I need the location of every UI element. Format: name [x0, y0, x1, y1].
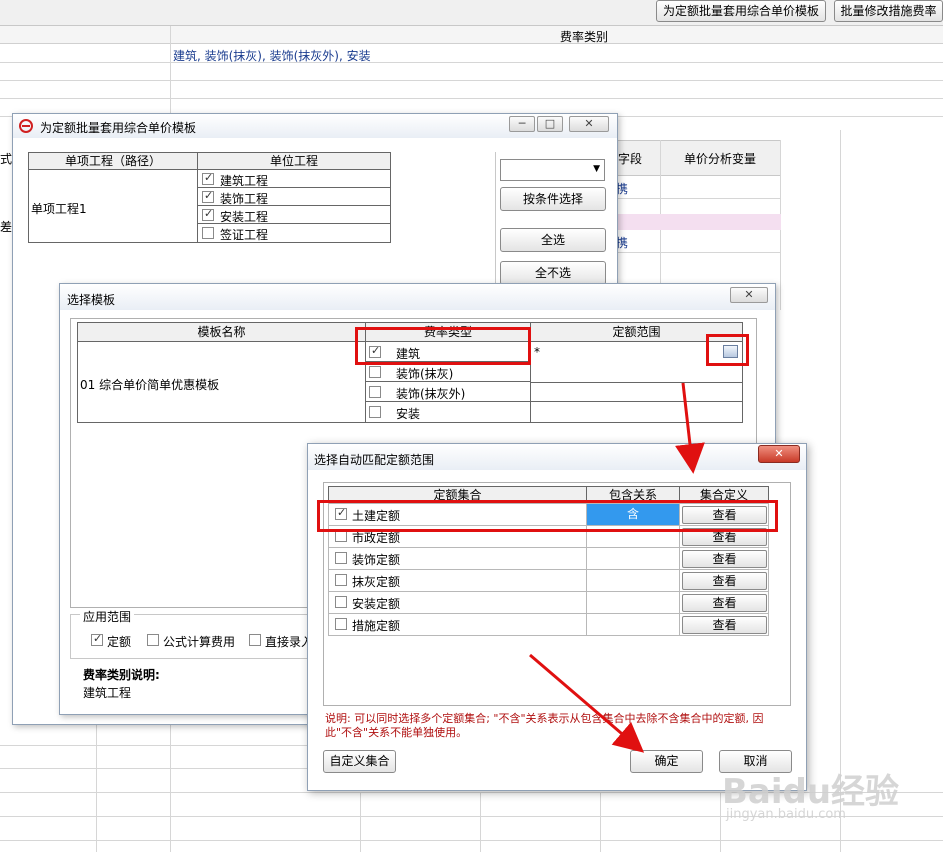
annotation-arrows [529, 382, 705, 753]
watermark-brand: Baidu经验 [722, 772, 900, 812]
arrow-to-ok [529, 653, 645, 753]
watermark-url: jingyan.baidu.com [726, 807, 846, 822]
arrow-to-dialog [675, 382, 705, 474]
